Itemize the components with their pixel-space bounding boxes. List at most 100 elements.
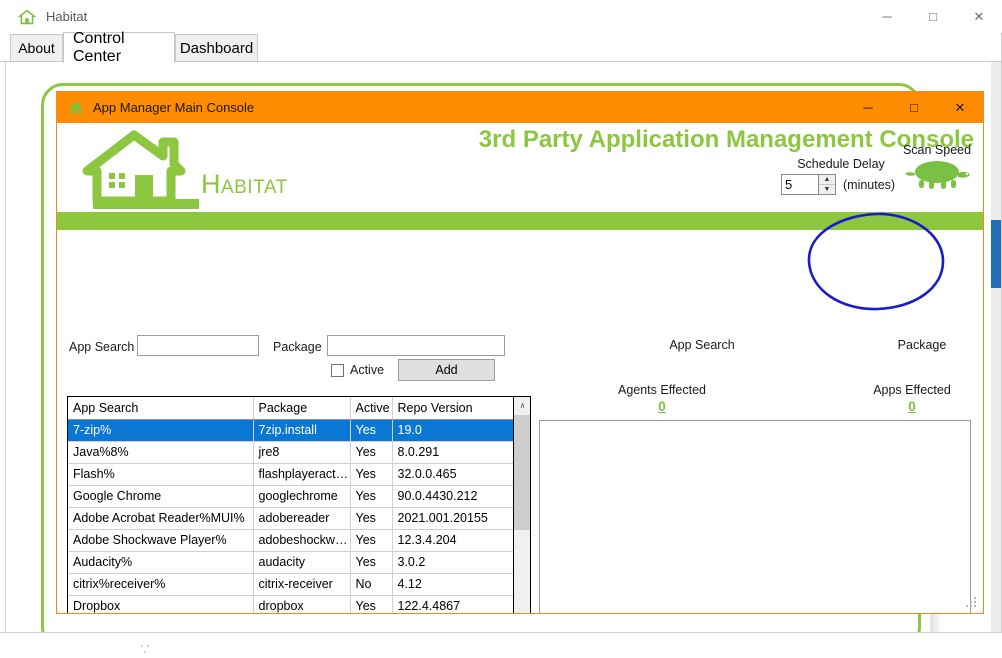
schedule-delay-stepper[interactable]: ▲ ▼ xyxy=(819,174,836,195)
active-checkbox[interactable] xyxy=(331,364,344,377)
cell-package: jre8 xyxy=(253,441,350,463)
cell-package: citrix-receiver xyxy=(253,573,350,595)
cell-version: 8.0.291 xyxy=(392,441,513,463)
cell-active: Yes xyxy=(350,551,392,573)
column-header-package[interactable]: Package xyxy=(253,397,350,419)
scan-speed-group: Scan Speed xyxy=(892,143,982,196)
cell-active: Yes xyxy=(350,441,392,463)
cell-version: 4.12 xyxy=(392,573,513,595)
cell-package: adobereader xyxy=(253,507,350,529)
habitat-logo: Habitat xyxy=(79,129,288,214)
outer-titlebar: Habitat ─ □ ✕ xyxy=(0,0,1002,33)
turtle-icon[interactable] xyxy=(901,178,973,195)
stepper-up-icon[interactable]: ▲ xyxy=(819,175,835,185)
cell-active: Yes xyxy=(350,485,392,507)
scan-speed-label: Scan Speed xyxy=(892,143,982,157)
outer-window-controls: ─ □ ✕ xyxy=(864,0,1002,33)
panel-package-label: Package xyxy=(862,338,982,352)
home-icon xyxy=(18,8,36,26)
cell-app: Java%8% xyxy=(68,441,253,463)
left-edge-strip xyxy=(0,62,6,632)
table-header-row: App Search Package Active Repo Version xyxy=(68,397,513,419)
cell-package: adobeshockwav... xyxy=(253,529,350,551)
house-logo-icon xyxy=(79,129,199,214)
outer-window-title: Habitat xyxy=(46,9,87,24)
stepper-down-icon[interactable]: ▼ xyxy=(819,185,835,194)
cell-active: Yes xyxy=(350,507,392,529)
inner-minimize-button[interactable]: ─ xyxy=(845,92,891,123)
cell-app: Adobe Shockwave Player% xyxy=(68,529,253,551)
schedule-delay-input[interactable] xyxy=(781,174,819,195)
schedule-delay-group: Schedule Delay ▲ ▼ (minutes) xyxy=(781,157,901,195)
table-row[interactable]: Audacity%audacityYes3.0.2 xyxy=(68,551,513,573)
minimize-button[interactable]: ─ xyxy=(864,0,910,33)
column-header-active[interactable]: Active xyxy=(350,397,392,419)
cell-active: Yes xyxy=(350,463,392,485)
active-label: Active xyxy=(350,363,384,377)
cell-version: 19.0 xyxy=(392,419,513,441)
agents-effected-count: 0 xyxy=(572,399,752,414)
cell-active: Yes xyxy=(350,419,392,441)
scroll-up-icon[interactable]: ∧ xyxy=(514,397,531,414)
cell-package: audacity xyxy=(253,551,350,573)
cell-app: Google Chrome xyxy=(68,485,253,507)
cell-version: 3.0.2 xyxy=(392,551,513,573)
add-button[interactable]: Add xyxy=(398,359,495,381)
outer-scrollbar-thumb[interactable] xyxy=(991,220,1001,288)
table-row[interactable]: Flash%flashplayeractivexYes32.0.0.465 xyxy=(68,463,513,485)
package-input[interactable] xyxy=(327,335,505,356)
tab-about[interactable]: About xyxy=(10,34,63,62)
cell-package: flashplayeractivex xyxy=(253,463,350,485)
inner-titlebar: App Manager Main Console ─ □ ✕ xyxy=(57,92,983,123)
maximize-button[interactable]: □ xyxy=(910,0,956,33)
cell-package: 7zip.install xyxy=(253,419,350,441)
app-search-input[interactable] xyxy=(137,335,259,356)
table-row[interactable]: 7-zip%7zip.installYes19.0 xyxy=(68,419,513,441)
inner-header: Habitat 3rd Party Application Management… xyxy=(57,123,983,212)
cell-app: Adobe Acrobat Reader%MUI% xyxy=(68,507,253,529)
outer-window: Habitat ─ □ ✕ About Control Center Dashb… xyxy=(0,0,1002,633)
cell-app: Dropbox xyxy=(68,595,253,614)
table-row[interactable]: DropboxdropboxYes122.4.4867 xyxy=(68,595,513,614)
home-icon xyxy=(68,100,84,116)
table-row[interactable]: citrix%receiver%citrix-receiverNo4.12 xyxy=(68,573,513,595)
table-row[interactable]: Adobe Acrobat Reader%MUI%adobereaderYes2… xyxy=(68,507,513,529)
schedule-delay-label: Schedule Delay xyxy=(781,157,901,171)
table-row[interactable]: Adobe Shockwave Player%adobeshockwav...Y… xyxy=(68,529,513,551)
app-table-body: 7-zip%7zip.installYes19.0Java%8%jre8Yes8… xyxy=(68,419,513,614)
cell-version: 90.0.4430.212 xyxy=(392,485,513,507)
outer-scrollbar-track[interactable] xyxy=(991,62,1001,632)
resize-grip[interactable] xyxy=(966,597,978,609)
scrollbar-thumb[interactable] xyxy=(514,415,531,530)
inner-maximize-button[interactable]: □ xyxy=(891,92,937,123)
apps-effected-count: 0 xyxy=(822,399,984,414)
table-row[interactable]: Google ChromegooglechromeYes90.0.4430.21… xyxy=(68,485,513,507)
cell-package: googlechrome xyxy=(253,485,350,507)
cell-active: Yes xyxy=(350,595,392,614)
inner-close-button[interactable]: ✕ xyxy=(937,92,983,123)
apps-effected-label: Apps Effected xyxy=(822,383,984,397)
cell-active: Yes xyxy=(350,529,392,551)
cell-version: 2021.001.20155 xyxy=(392,507,513,529)
close-button[interactable]: ✕ xyxy=(956,0,1002,33)
app-table-area: App Search Package Active Repo Version 7… xyxy=(68,397,513,614)
habitat-logo-text: Habitat xyxy=(201,169,288,200)
column-header-repo-version[interactable]: Repo Version xyxy=(392,397,513,419)
cell-version: 122.4.4867 xyxy=(392,595,513,614)
bottom-artifact: ∵ xyxy=(140,640,150,658)
table-scrollbar[interactable]: ∧ ∨ xyxy=(513,397,530,614)
app-table: App Search Package Active Repo Version 7… xyxy=(67,396,531,614)
cell-app: Flash% xyxy=(68,463,253,485)
table-row[interactable]: Java%8%jre8Yes8.0.291 xyxy=(68,441,513,463)
agents-effected-label: Agents Effected xyxy=(572,383,752,397)
column-header-app-search[interactable]: App Search xyxy=(68,397,253,419)
minutes-label: (minutes) xyxy=(843,178,895,192)
green-divider-band xyxy=(57,212,983,230)
tabstrip: About Control Center Dashboard xyxy=(0,34,1002,62)
tab-dashboard[interactable]: Dashboard xyxy=(175,34,258,62)
cell-package: dropbox xyxy=(253,595,350,614)
package-label: Package xyxy=(273,340,322,354)
inner-window-title: App Manager Main Console xyxy=(93,100,254,115)
app-manager-window: App Manager Main Console ─ □ ✕ xyxy=(56,91,984,614)
tab-control-center[interactable]: Control Center xyxy=(63,32,175,63)
